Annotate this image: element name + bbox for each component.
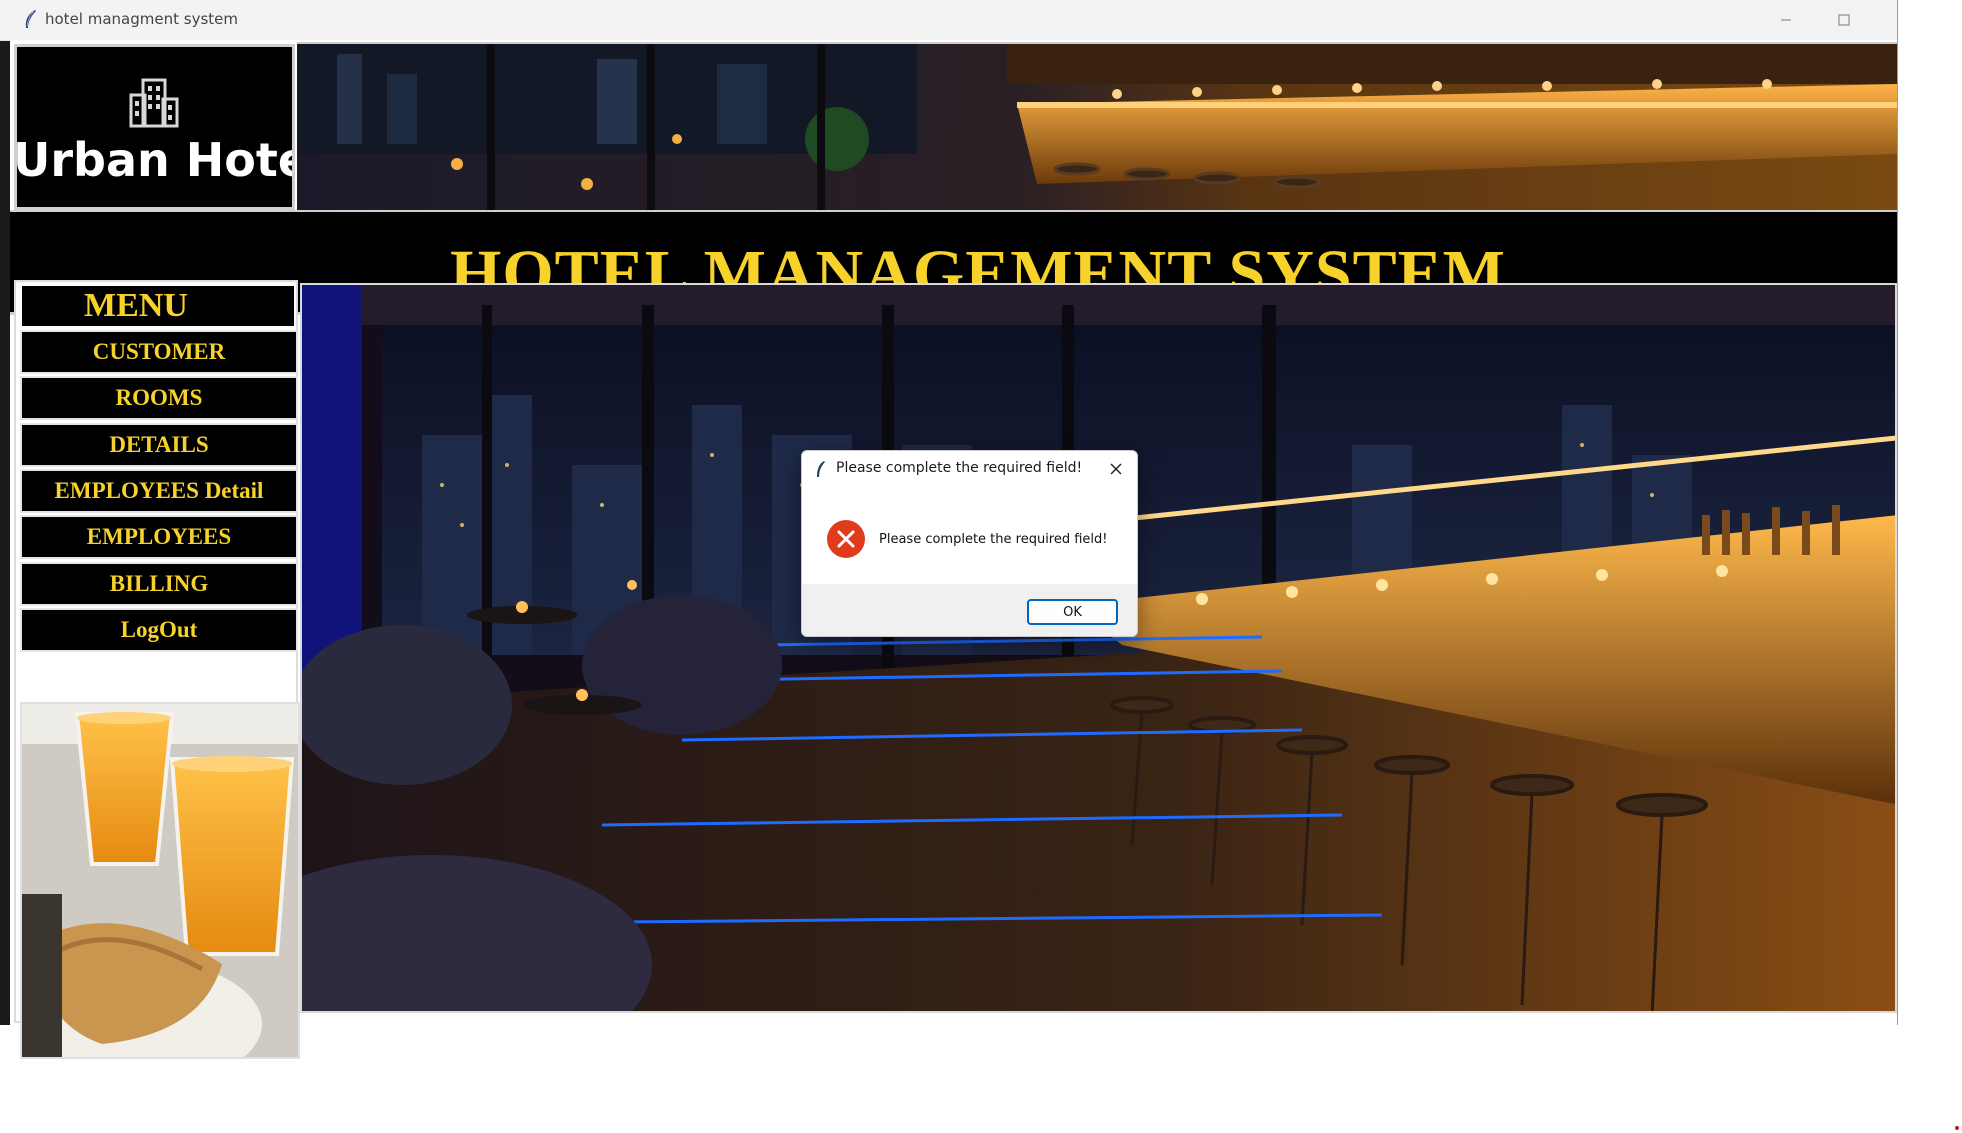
feather-icon: [25, 10, 36, 28]
dialog-footer: OK: [802, 584, 1137, 636]
maximize-icon[interactable]: [1815, 0, 1873, 40]
banner-image: [297, 42, 1897, 210]
close-icon[interactable]: [1101, 455, 1131, 483]
edge-marker: [1955, 1126, 1959, 1130]
window-titlebar[interactable]: hotel managment system: [0, 0, 1897, 41]
customer-button[interactable]: CUSTOMER: [20, 330, 298, 374]
feather-icon: [817, 461, 825, 477]
details-button[interactable]: DETAILS: [20, 423, 298, 467]
error-icon: [827, 520, 865, 558]
menu-panel: MENU CUSTOMER ROOMS DETAILS EMPLOYEES De…: [14, 280, 300, 1059]
hotel-logo: Urban Hotel: [14, 44, 295, 210]
rooms-button[interactable]: ROOMS: [20, 376, 298, 420]
employees-button[interactable]: EMPLOYEES: [20, 515, 298, 559]
logo-text: Urban Hotel: [14, 133, 295, 187]
ok-button[interactable]: OK: [1027, 599, 1118, 625]
billing-button[interactable]: BILLING: [20, 562, 298, 606]
menu-title: MENU: [20, 284, 296, 328]
dialog-message: Please complete the required field!: [879, 532, 1108, 547]
dialog-titlebar[interactable]: Please complete the required field!: [802, 451, 1137, 487]
logout-button[interactable]: LogOut: [20, 608, 298, 652]
window-title: hotel managment system: [45, 10, 238, 28]
employees-detail-button[interactable]: EMPLOYEES Detail: [20, 469, 298, 513]
building-icon: [129, 78, 179, 128]
dialog-body: Please complete the required field!: [802, 487, 1137, 579]
breakfast-image: [20, 702, 300, 1059]
lounge-image: [300, 283, 1897, 1013]
error-dialog: Please complete the required field! Plea…: [801, 450, 1138, 637]
dialog-title: Please complete the required field!: [836, 460, 1083, 476]
minimize-icon[interactable]: [1757, 0, 1815, 40]
